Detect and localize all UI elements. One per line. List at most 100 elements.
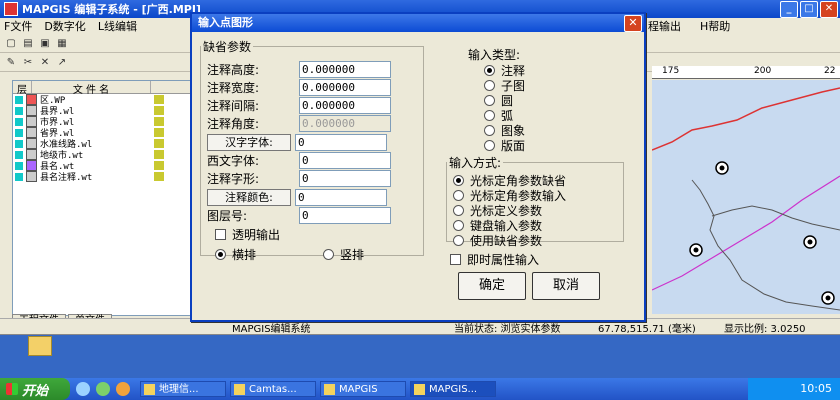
status-icon[interactable]	[154, 117, 164, 126]
menu-digitize[interactable]: D数字化	[44, 18, 85, 34]
defaults-group: 缺省参数 注释高度: 0.000000 注释宽度: 0.000000 注释间隔:…	[200, 38, 424, 262]
input-type-image-radio[interactable]: 图象	[484, 123, 525, 138]
radio-dot[interactable]	[323, 248, 334, 260]
quick-launch-media-icon[interactable]	[96, 382, 110, 396]
annotation-color-input[interactable]: 0	[295, 189, 387, 206]
field-row: 注释宽度: 0.000000	[201, 79, 391, 96]
maximize-button[interactable]: □	[800, 1, 818, 18]
dialog-close-button[interactable]: ✕	[624, 15, 642, 32]
status-icon[interactable]	[154, 95, 164, 104]
input-mode-radio[interactable]: 键盘输入参数	[453, 218, 542, 233]
checkbox-box[interactable]	[450, 253, 461, 265]
field-label: 西文字体:	[207, 154, 260, 168]
input-mode-radio[interactable]: 光标定义参数	[453, 203, 542, 218]
annotation-width-input[interactable]: 0.000000	[299, 79, 391, 96]
taskbar-item[interactable]: 地理信...	[140, 381, 226, 397]
map-canvas[interactable]	[652, 80, 840, 314]
file-icon	[26, 94, 37, 105]
western-font-input[interactable]: 0	[299, 152, 391, 169]
file-icon	[26, 116, 37, 127]
layer-number-input[interactable]: 0	[299, 207, 391, 224]
new-file-icon[interactable]: ▢	[4, 37, 18, 50]
input-mode-radio[interactable]: 光标定角参数缺省	[453, 173, 566, 188]
input-type-arc-radio[interactable]: 弧	[484, 108, 513, 123]
taskbar: 开始 地理信... Camtas... MAPGIS MAPGIS... 10:…	[0, 378, 840, 400]
taskbar-item[interactable]: Camtas...	[230, 381, 316, 397]
chinese-font-input[interactable]: 0	[295, 134, 387, 151]
start-button[interactable]: 开始	[0, 378, 70, 400]
input-type-circle-radio[interactable]: 圆	[484, 93, 513, 108]
taskbar-item[interactable]: MAPGIS...	[410, 381, 496, 397]
pen-icon[interactable]: ✎	[4, 56, 18, 69]
instant-attribute-checkbox[interactable]: 即时属性输入	[450, 252, 539, 267]
radio-dot[interactable]	[215, 248, 226, 260]
quick-launch-app-icon[interactable]	[116, 382, 130, 396]
status-icon[interactable]	[154, 161, 164, 170]
status-icon[interactable]	[154, 128, 164, 137]
field-row: 注释字形: 0	[201, 170, 391, 187]
dialog-title: 输入点图形	[198, 16, 253, 29]
map-graphics	[652, 87, 840, 311]
orientation-horizontal-radio[interactable]: 横排	[215, 247, 256, 262]
clock[interactable]: 10:05	[800, 382, 832, 395]
chinese-font-button[interactable]: 汉字字体:	[207, 134, 291, 151]
cut-icon[interactable]: ✂	[21, 56, 35, 69]
minimize-button[interactable]: _	[780, 1, 798, 18]
field-row: 注释角度: 0.000000	[201, 115, 391, 132]
input-mode-radio[interactable]: 光标定角参数输入	[453, 188, 566, 203]
input-type-group: 输入类型: 注释 子图 圆 弧 图象 版面	[468, 46, 542, 153]
annotation-height-input[interactable]: 0.000000	[299, 61, 391, 78]
desktop-folder-icon[interactable]	[28, 336, 52, 356]
status-icon[interactable]	[154, 106, 164, 115]
status-icon[interactable]	[154, 139, 164, 148]
layer-row[interactable]: 县名注释.wt	[13, 171, 191, 183]
quick-launch-ie-icon[interactable]	[76, 382, 90, 396]
input-mode-radio[interactable]: 使用缺省参数	[453, 233, 542, 248]
status-coords: 67.78,515.71 (毫米)	[598, 324, 696, 335]
save-icon[interactable]: ▣	[38, 37, 52, 50]
annotation-spacing-input[interactable]: 0.000000	[299, 97, 391, 114]
print-icon[interactable]: ▦	[55, 37, 69, 50]
input-type-subgraph-radio[interactable]: 子图	[484, 78, 525, 93]
windows-logo-icon	[6, 383, 18, 395]
field-row: 注释颜色: 0	[201, 189, 387, 206]
defaults-legend: 缺省参数	[203, 40, 252, 54]
input-point-dialog: 输入点图形 ✕ 缺省参数 注释高度: 0.000000 注释宽度: 0.0000…	[190, 12, 646, 322]
delete-icon[interactable]: ✕	[38, 56, 52, 69]
ok-button[interactable]: 确定	[458, 272, 526, 300]
field-row: 注释间隔: 0.000000	[201, 97, 391, 114]
close-button[interactable]: ✕	[820, 1, 838, 18]
menu-help[interactable]: H帮助	[700, 18, 730, 34]
checkbox-box[interactable]	[215, 228, 226, 240]
column-header[interactable]: 层	[13, 81, 32, 96]
annotation-color-button[interactable]: 注释颜色:	[207, 189, 291, 206]
layer-list: 层 文 件 名 区.WP 县界.wl 市界.wl 省界.wl 水准线路.wl 地…	[12, 80, 192, 316]
input-type-legend: 输入类型:	[468, 48, 521, 62]
input-mode-group: 输入方式: 光标定角参数缺省 光标定角参数输入 光标定义参数 键盘输入参数 使用…	[446, 154, 624, 248]
column-header[interactable]: 文 件 名	[32, 81, 151, 96]
field-label: 注释宽度:	[207, 81, 260, 95]
app-icon	[4, 2, 18, 16]
menu-output[interactable]: 程输出	[648, 18, 681, 34]
field-row: 汉字字体: 0	[201, 134, 387, 151]
status-app-name: MAPGIS编辑系统	[232, 324, 311, 335]
input-type-annotation-radio[interactable]: 注释	[484, 63, 525, 78]
status-icon[interactable]	[154, 150, 164, 159]
dialog-titlebar: 输入点图形 ✕	[192, 14, 644, 32]
cancel-button[interactable]: 取消	[532, 272, 600, 300]
taskbar-item[interactable]: MAPGIS	[320, 381, 406, 397]
orientation-vertical-radio[interactable]: 竖排	[323, 247, 364, 262]
file-icon	[26, 160, 37, 171]
system-tray: 10:05	[748, 378, 840, 400]
menu-line-edit[interactable]: L线编辑	[98, 18, 137, 34]
desktop: MAPGIS 编辑子系统 - [广西.MPJ] _ □ ✕ F文件 D数字化 L…	[0, 0, 840, 400]
status-icon[interactable]	[154, 172, 164, 181]
transparent-checkbox[interactable]: 透明输出	[215, 227, 280, 242]
open-file-icon[interactable]: ▤	[21, 37, 35, 50]
window-title: MAPGIS 编辑子系统 - [广西.MPJ]	[22, 3, 201, 16]
annotation-shape-input[interactable]: 0	[299, 170, 391, 187]
input-mode-legend: 输入方式:	[449, 156, 502, 170]
node-icon[interactable]: ↗	[55, 56, 69, 69]
menu-file[interactable]: F文件	[4, 18, 32, 34]
input-type-layout-radio[interactable]: 版面	[484, 138, 525, 153]
